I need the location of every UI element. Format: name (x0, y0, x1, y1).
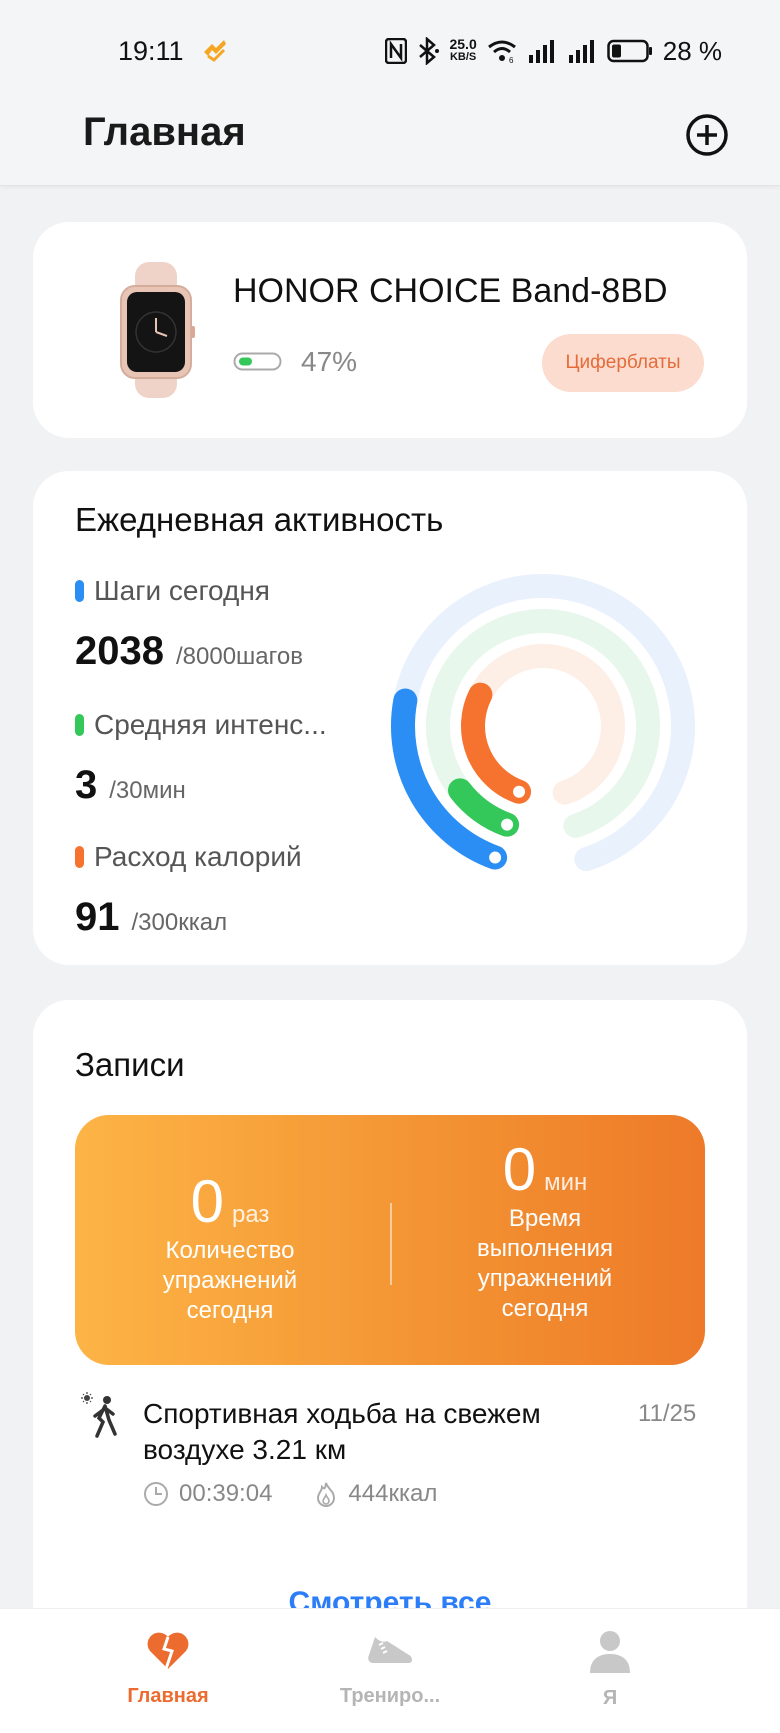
wifi-icon: 6 (487, 40, 516, 63)
steps-dot (75, 580, 84, 602)
nav-home[interactable]: Главная (68, 1629, 268, 1708)
nav-training[interactable]: Трениро... (290, 1629, 490, 1708)
network-speed-unit: KB/S (449, 51, 477, 63)
records-card: Записи 0 раз Количество упражнений сегодн… (33, 1000, 747, 1640)
calories-dot (75, 846, 84, 868)
band-device-image (120, 262, 195, 398)
calories-count: 91 (75, 895, 120, 939)
network-speed: 25.0 KB/S (449, 36, 477, 64)
app-header: Главная (0, 96, 780, 186)
intensity-ring-icon (501, 818, 514, 831)
svg-text:6: 6 (509, 56, 514, 63)
workout-calories-text: 444ккал (348, 1480, 438, 1507)
intensity-label: Средняя интенс... (75, 709, 327, 741)
steps-label-text: Шаги сегодня (94, 575, 270, 606)
device-battery-icon (233, 352, 282, 371)
exercise-duration: 0 мин Время выполнения упражнений сегодня (400, 1115, 690, 1365)
sneaker-icon (368, 1637, 412, 1663)
daily-activity-card[interactable]: Ежедневная активность Шаги сегодня 2038 … (33, 471, 747, 965)
nfc-icon (385, 38, 408, 64)
today-summary-banner[interactable]: 0 раз Количество упражнений сегодня 0 мин … (75, 1115, 705, 1365)
summary-divider (390, 1203, 392, 1285)
exercise-count-desc-3: сегодня (186, 1297, 274, 1324)
calories-ring-progress (461, 682, 532, 804)
calories-label-text: Расход калорий (94, 841, 302, 872)
exercise-duration-desc-4: сегодня (501, 1295, 589, 1322)
exercise-count-desc-1: Количество (165, 1237, 295, 1264)
intensity-value: 3 /30мин (75, 763, 186, 808)
workout-duration-text: 00:39:04 (179, 1480, 273, 1507)
add-button[interactable] (684, 112, 730, 158)
workout-calories: 444ккал (314, 1480, 437, 1508)
network-speed-value: 25.0 (449, 36, 477, 52)
workout-duration: 00:39:04 (143, 1480, 272, 1508)
exercise-duration-desc-2: выполнения (476, 1235, 614, 1262)
device-battery: 47% (233, 346, 357, 378)
page-title: Главная (83, 110, 246, 154)
workout-date: 11/25 (638, 1400, 697, 1427)
exercise-count-unit: раз (231, 1201, 270, 1228)
nav-training-label: Трениро... (339, 1685, 441, 1707)
intensity-goal: /30мин (109, 777, 186, 804)
steps-label: Шаги сегодня (75, 575, 270, 607)
intensity-count: 3 (75, 763, 98, 807)
heart-icon (147, 1632, 189, 1670)
signal-2-icon (568, 40, 594, 63)
device-name: HONOR CHOICE Band-8BD (233, 272, 668, 310)
exercise-duration-desc-3: упражнений (477, 1265, 613, 1292)
clock-icon (144, 1482, 168, 1506)
flame-icon (317, 1482, 336, 1507)
workout-title[interactable]: Спортивная ходьба на свежем воздухе 3.21… (143, 1396, 583, 1468)
steps-value: 2038 /8000шагов (75, 629, 303, 674)
device-battery-percent: 47% (301, 346, 358, 377)
exercise-count-desc-2: упражнений (162, 1267, 298, 1294)
exercise-duration-value: 0 (502, 1136, 537, 1203)
intensity-label-text: Средняя интенс... (94, 709, 327, 740)
activity-title: Ежедневная активность (75, 501, 444, 538)
person-icon (590, 1631, 630, 1673)
activity-rings[interactable] (378, 561, 708, 891)
steps-goal: /8000шагов (175, 643, 303, 670)
watch-faces-button[interactable]: Циферблаты (542, 334, 704, 392)
signal-1-icon (528, 40, 554, 63)
exercise-count: 0 раз Количество упражнений сегодня (85, 1115, 375, 1365)
nav-me[interactable]: Я (510, 1629, 710, 1710)
battery-percent: 28 % (662, 35, 722, 66)
calories-ring-icon (513, 785, 526, 798)
nav-home-label: Главная (127, 1685, 209, 1707)
exercise-duration-unit: мин (544, 1169, 588, 1196)
workout-meta: 00:39:04 444ккал (143, 1480, 465, 1508)
intensity-dot (75, 714, 84, 736)
health-app-notification-icon (204, 40, 226, 62)
steps-ring-icon (489, 851, 502, 864)
calories-label: Расход калорий (75, 841, 302, 873)
bottom-navigation: Главная Трениро... Я (0, 1608, 780, 1733)
bluetooth-icon (419, 37, 440, 65)
battery-icon (606, 39, 652, 63)
status-bar: 19:11 25.0 KB/S 6 28 % (0, 0, 780, 96)
exercise-count-value: 0 (190, 1168, 224, 1235)
nav-me-label: Я (602, 1687, 618, 1709)
device-card[interactable]: HONOR CHOICE Band-8BD 47% Циферблаты (33, 222, 747, 438)
exercise-duration-desc-1: Время (508, 1205, 582, 1232)
outdoor-walk-icon (81, 1392, 117, 1438)
steps-count: 2038 (75, 629, 164, 673)
status-icons: 25.0 KB/S 6 28 % (385, 34, 722, 68)
calories-goal: /300ккал (131, 909, 228, 936)
status-time: 19:11 (118, 36, 184, 66)
records-title: Записи (75, 1046, 185, 1083)
calories-value: 91 /300ккал (75, 895, 227, 940)
